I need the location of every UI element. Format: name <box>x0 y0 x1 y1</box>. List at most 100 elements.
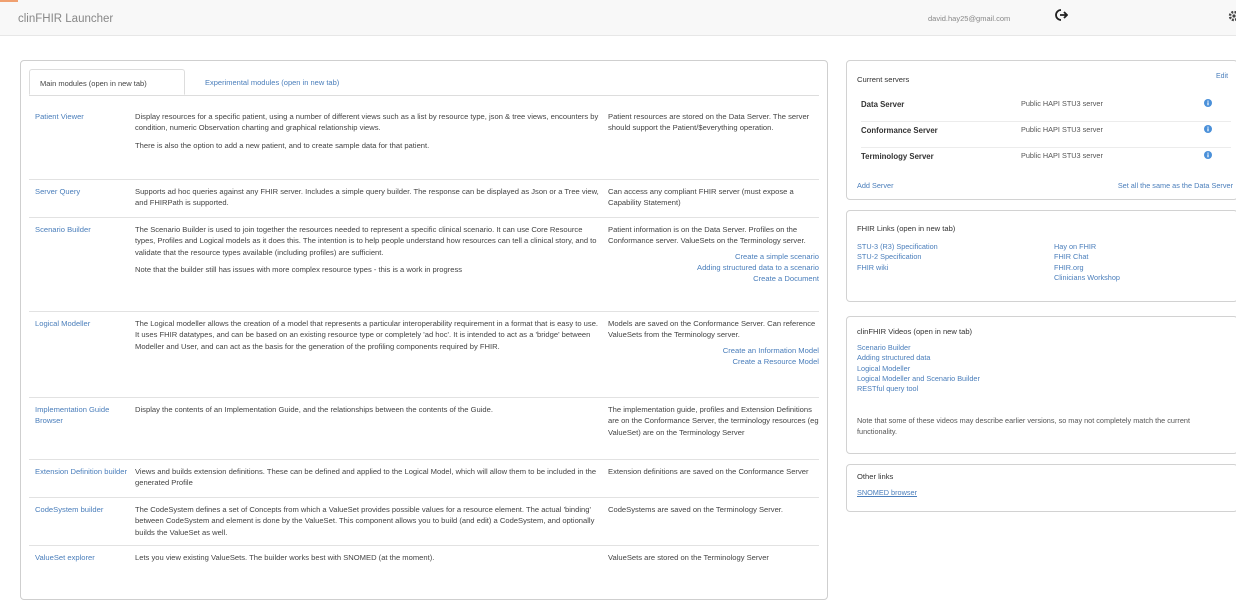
notes-text: Models are saved on the Conformance Serv… <box>608 319 816 340</box>
module-notes: Models are saved on the Conformance Serv… <box>608 318 819 393</box>
videos-note: Note that some of these videos may descr… <box>857 416 1190 437</box>
video-link-scenario-builder[interactable]: Scenario Builder <box>857 343 980 353</box>
server-value: Public HAPI STU3 server <box>1021 125 1103 134</box>
module-notes: Patient information is on the Data Serve… <box>608 224 819 307</box>
module-description: The Scenario Builder is used to join tog… <box>135 224 608 307</box>
link-create-information-model[interactable]: Create an Information Model <box>608 345 819 356</box>
description-text: Supports ad hoc queries against any FHIR… <box>135 187 599 208</box>
table-row: Patient Viewer Display resources for a s… <box>29 105 819 179</box>
table-row: CodeSystem builder The CodeSystem define… <box>29 497 819 545</box>
table-row: Logical Modeller The Logical modeller al… <box>29 311 819 397</box>
table-row: Implementation Guide Browser Display the… <box>29 397 819 459</box>
video-link-logical-modeller-and-scenario-builder[interactable]: Logical Modeller and Scenario Builder <box>857 374 980 384</box>
top-navbar: clinFHIR Launcher david.hay25@gmail.com <box>0 0 1236 36</box>
modules-panel: Main modules (open in new tab) Experimen… <box>20 60 828 600</box>
fhir-links-left: STU-3 (R3) Specification STU-2 Specifica… <box>857 242 938 273</box>
link-fhir-wiki[interactable]: FHIR wiki <box>857 263 938 273</box>
user-email: david.hay25@gmail.com <box>928 14 1011 23</box>
description-text: The Scenario Builder is used to join tog… <box>135 225 597 257</box>
server-value: Public HAPI STU3 server <box>1021 151 1103 160</box>
link-create-resource-model[interactable]: Create a Resource Model <box>608 356 819 367</box>
module-description: Display resources for a specific patient… <box>135 111 608 175</box>
module-link-patient-viewer[interactable]: Patient Viewer <box>29 111 135 175</box>
modules-table: Patient Viewer Display resources for a s… <box>29 105 819 585</box>
link-adding-structured-data[interactable]: Adding structured data to a scenario <box>608 262 819 273</box>
servers-table: Data Server Public HAPI STU3 server Conf… <box>861 96 1231 173</box>
server-row: Terminology Server Public HAPI STU3 serv… <box>861 147 1231 173</box>
module-link-valueset-explorer[interactable]: ValueSet explorer <box>29 552 135 581</box>
module-link-implementation-guide-browser[interactable]: Implementation Guide Browser <box>29 404 135 455</box>
link-snomed-browser[interactable]: SNOMED browser <box>857 488 917 499</box>
tab-experimental-modules[interactable]: Experimental modules (open in new tab) <box>195 69 349 95</box>
panel-title: clinFHIR Videos (open in new tab) <box>857 327 973 336</box>
description-text: Views and builds extension definitions. … <box>135 467 597 488</box>
info-icon[interactable] <box>1204 99 1212 107</box>
info-icon[interactable] <box>1204 151 1212 159</box>
edit-servers-link[interactable]: Edit <box>1216 72 1228 83</box>
link-hay-on-fhir[interactable]: Hay on FHIR <box>1054 242 1120 252</box>
link-fhir-chat[interactable]: FHIR Chat <box>1054 252 1120 262</box>
server-label: Data Server <box>861 100 905 109</box>
server-label: Conformance Server <box>861 126 938 135</box>
module-notes: CodeSystems are saved on the Terminology… <box>608 505 784 514</box>
description-text: The Logical modeller allows the creation… <box>135 319 599 351</box>
table-row: Server Query Supports ad hoc queries aga… <box>29 179 819 217</box>
link-stu2-specification[interactable]: STU-2 Specification <box>857 252 938 262</box>
set-all-servers-link[interactable]: Set all the same as the Data Server <box>1118 181 1233 192</box>
videos-panel: clinFHIR Videos (open in new tab) Scenar… <box>846 316 1236 454</box>
module-notes: ValueSets are stored on the Terminology … <box>608 553 769 562</box>
module-description: The CodeSystem defines a set of Concepts… <box>135 504 608 541</box>
add-server-link[interactable]: Add Server <box>857 181 894 192</box>
tab-main-modules[interactable]: Main modules (open in new tab) <box>29 69 185 95</box>
module-sublinks: Create a simple scenario Adding structur… <box>608 251 819 284</box>
info-icon[interactable] <box>1204 125 1212 133</box>
video-link-adding-structured-data[interactable]: Adding structured data <box>857 353 980 363</box>
accent-bar <box>0 0 18 2</box>
module-description: Display the contents of an Implementatio… <box>135 404 608 455</box>
module-link-server-query[interactable]: Server Query <box>29 186 135 213</box>
module-notes: The implementation guide, profiles and E… <box>608 405 819 437</box>
fhir-links-panel: FHIR Links (open in new tab) STU-3 (R3) … <box>846 210 1236 302</box>
other-links-panel: Other links SNOMED browser <box>846 464 1236 512</box>
module-link-logical-modeller[interactable]: Logical Modeller <box>29 318 135 393</box>
description-text: Display the contents of an Implementatio… <box>135 405 493 414</box>
link-stu3-specification[interactable]: STU-3 (R3) Specification <box>857 242 938 252</box>
description-text: Display resources for a specific patient… <box>135 112 599 133</box>
link-create-simple-scenario[interactable]: Create a simple scenario <box>608 251 819 262</box>
table-row: Scenario Builder The Scenario Builder is… <box>29 217 819 311</box>
module-description: Views and builds extension definitions. … <box>135 466 608 493</box>
app-title[interactable]: clinFHIR Launcher <box>18 11 113 28</box>
video-link-logical-modeller[interactable]: Logical Modeller <box>857 364 980 374</box>
link-clinicians-workshop[interactable]: Clinicians Workshop <box>1054 273 1120 283</box>
link-create-document[interactable]: Create a Document <box>608 273 819 284</box>
server-value: Public HAPI STU3 server <box>1021 99 1103 108</box>
module-link-scenario-builder[interactable]: Scenario Builder <box>29 224 135 307</box>
module-notes: Extension definitions are saved on the C… <box>608 467 809 476</box>
module-tabs: Main modules (open in new tab) Experimen… <box>29 69 819 96</box>
description-text: Lets you view existing ValueSets. The bu… <box>135 553 435 562</box>
logout-icon[interactable] <box>1054 8 1069 22</box>
video-list: Scenario Builder Adding structured data … <box>857 343 980 395</box>
server-row: Data Server Public HAPI STU3 server <box>861 96 1231 121</box>
server-label: Terminology Server <box>861 152 934 161</box>
table-row: ValueSet explorer Lets you view existing… <box>29 545 819 585</box>
module-notes: Can access any compliant FHIR server (mu… <box>608 187 794 208</box>
panel-title: FHIR Links (open in new tab) <box>857 224 956 233</box>
module-description: Lets you view existing ValueSets. The bu… <box>135 552 608 581</box>
module-link-extension-definition-builder[interactable]: Extension Definition builder <box>29 466 135 493</box>
notes-text: Patient information is on the Data Serve… <box>608 225 806 246</box>
description-text: Note that the builder still has issues w… <box>135 265 463 275</box>
description-text: There is also the option to add a new pa… <box>135 140 430 150</box>
panel-title: Current servers <box>857 75 910 84</box>
video-link-restful-query-tool[interactable]: RESTful query tool <box>857 384 980 394</box>
current-servers-panel: Current servers Edit Data Server Public … <box>846 60 1236 200</box>
module-link-codesystem-builder[interactable]: CodeSystem builder <box>29 504 135 541</box>
module-description: Supports ad hoc queries against any FHIR… <box>135 186 608 213</box>
panel-title: Other links <box>857 472 894 481</box>
link-fhir-org[interactable]: FHIR.org <box>1054 263 1120 273</box>
module-notes: Patient resources are stored on the Data… <box>608 112 810 133</box>
gear-icon[interactable] <box>1227 9 1236 23</box>
table-row: Extension Definition builder Views and b… <box>29 459 819 497</box>
module-sublinks: Create an Information Model Create a Res… <box>608 345 819 367</box>
server-row: Conformance Server Public HAPI STU3 serv… <box>861 121 1231 147</box>
